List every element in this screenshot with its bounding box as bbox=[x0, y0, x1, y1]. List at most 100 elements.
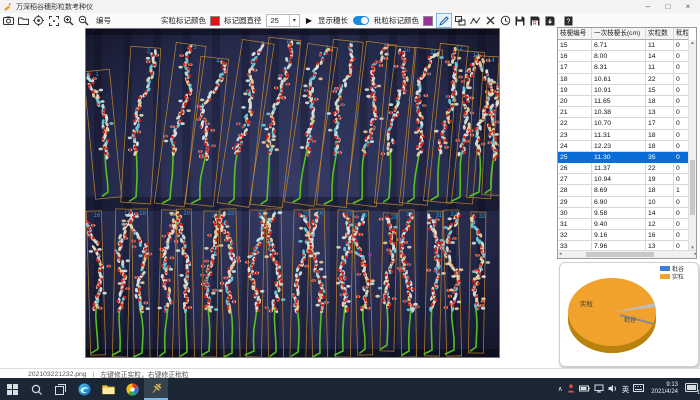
fullscreen-icon[interactable] bbox=[47, 15, 60, 27]
table-cell: 秕粒数 bbox=[674, 28, 689, 40]
scroll-left-icon[interactable]: ◂ bbox=[559, 251, 562, 257]
table-cell: 10 bbox=[646, 197, 674, 208]
app-icon bbox=[3, 2, 12, 11]
svg-text:33: 33 bbox=[479, 214, 486, 220]
zoom-out-icon[interactable] bbox=[77, 15, 90, 27]
table-row[interactable]: 2710.94190 bbox=[558, 174, 689, 185]
file-explorer-icon[interactable] bbox=[96, 378, 120, 400]
hscroll-thumb[interactable] bbox=[586, 252, 654, 257]
speaker-icon[interactable] bbox=[608, 384, 618, 395]
vertical-scrollbar[interactable]: ▴ ▾ bbox=[688, 40, 696, 251]
show-spike-length-label: 显示穗长 bbox=[318, 15, 348, 26]
run-button[interactable]: ▶ bbox=[306, 16, 312, 25]
table-row[interactable]: 2011.65180 bbox=[558, 96, 689, 107]
table-cell: 8.31 bbox=[592, 62, 646, 73]
camera-icon[interactable] bbox=[2, 15, 15, 27]
table-cell: 22 bbox=[646, 163, 674, 174]
table-cell: 21 bbox=[558, 107, 592, 118]
target-icon[interactable] bbox=[32, 15, 45, 27]
edge-browser-icon[interactable] bbox=[72, 378, 96, 400]
table-header-row: 枝梗编号一次枝梗长(cm)实粒数秕粒数 bbox=[558, 28, 689, 40]
table-row[interactable]: 309.58140 bbox=[558, 208, 689, 219]
table-cell: 0 bbox=[674, 130, 689, 141]
active-app-wheat-icon[interactable] bbox=[144, 378, 168, 400]
table-row[interactable]: 296.90100 bbox=[558, 197, 689, 208]
show-spike-length-toggle[interactable] bbox=[353, 16, 369, 25]
scroll-right-icon[interactable]: ▸ bbox=[694, 251, 697, 257]
table-row[interactable]: 2511.30350 bbox=[558, 152, 689, 163]
touch-keyboard-icon[interactable] bbox=[633, 384, 644, 394]
delete-tool-button[interactable] bbox=[483, 14, 497, 27]
panicle-scene: 1234567891011121314151617181920212223242… bbox=[86, 29, 499, 357]
clock-time: 9:13 bbox=[651, 382, 678, 389]
circle-diameter-value: 25 bbox=[267, 16, 289, 25]
notification-icon[interactable]: 1 bbox=[685, 383, 698, 396]
pencil-tool-button[interactable] bbox=[436, 13, 452, 28]
number-tool-label[interactable]: 编号 bbox=[96, 15, 111, 26]
shapes-tool-button[interactable] bbox=[453, 14, 467, 27]
table-cell: 10.94 bbox=[592, 174, 646, 185]
circle-diameter-label: 标记圆直径 bbox=[224, 15, 262, 26]
table-row[interactable]: 178.31110 bbox=[558, 62, 689, 73]
tray-person-icon[interactable] bbox=[567, 384, 575, 395]
save-icon[interactable] bbox=[513, 14, 527, 27]
help-icon[interactable]: ? bbox=[561, 14, 575, 27]
undo-history-button[interactable] bbox=[498, 14, 512, 27]
scroll-up-icon[interactable]: ▴ bbox=[689, 40, 696, 46]
battery-icon[interactable] bbox=[579, 385, 590, 394]
open-folder-icon[interactable] bbox=[17, 15, 30, 27]
table-row[interactable]: 168.00140 bbox=[558, 51, 689, 62]
table-row[interactable]: 2311.31180 bbox=[558, 130, 689, 141]
svg-text:20: 20 bbox=[183, 211, 190, 217]
table-row[interactable]: 1910.91150 bbox=[558, 85, 689, 96]
table-cell: 20 bbox=[558, 96, 592, 107]
chevron-down-icon[interactable]: ▾ bbox=[289, 15, 299, 26]
table-row[interactable]: 2611.37220 bbox=[558, 163, 689, 174]
table-cell: 枝梗编号 bbox=[558, 28, 592, 40]
table-row[interactable]: 319.40120 bbox=[558, 219, 689, 230]
close-button[interactable]: × bbox=[678, 0, 698, 13]
table-cell: 15 bbox=[558, 40, 592, 51]
maximize-button[interactable]: □ bbox=[658, 0, 678, 13]
svg-text:22: 22 bbox=[228, 211, 235, 217]
table-cell: 12.23 bbox=[592, 141, 646, 152]
task-view-icon[interactable] bbox=[48, 378, 72, 400]
table-row[interactable]: 156.71110 bbox=[558, 40, 689, 51]
table-row[interactable]: 2110.38130 bbox=[558, 107, 689, 118]
polyline-tool-button[interactable] bbox=[468, 14, 482, 27]
table-cell: 28 bbox=[558, 185, 592, 196]
vscroll-thumb[interactable] bbox=[690, 160, 695, 215]
table-cell: 10.38 bbox=[592, 107, 646, 118]
svg-text:31: 31 bbox=[436, 213, 443, 219]
horizontal-scrollbar[interactable]: ◂ ▸ bbox=[558, 250, 697, 258]
table-cell: 26 bbox=[558, 163, 592, 174]
colorful-app-icon[interactable] bbox=[120, 378, 144, 400]
empty-color-swatch[interactable] bbox=[423, 16, 433, 26]
table-cell: 18 bbox=[646, 96, 674, 107]
save-report-icon[interactable]: R bbox=[528, 14, 542, 27]
table-row[interactable]: 288.69181 bbox=[558, 185, 689, 196]
toggle-knob bbox=[361, 17, 368, 24]
table-cell: 11.37 bbox=[592, 163, 646, 174]
table-row[interactable]: 2210.70170 bbox=[558, 118, 689, 129]
network-icon[interactable] bbox=[594, 384, 604, 395]
tray-chevron-icon[interactable]: ∧ bbox=[558, 385, 563, 393]
table-row[interactable]: 329.16160 bbox=[558, 230, 689, 241]
zoom-in-icon[interactable] bbox=[62, 15, 75, 27]
ime-language-indicator[interactable]: 英 bbox=[622, 384, 630, 395]
export-icon[interactable] bbox=[543, 14, 557, 27]
taskbar-clock[interactable]: 9:13 2021/4/24 bbox=[651, 382, 678, 396]
svg-text:R: R bbox=[533, 21, 537, 26]
table-cell: 6.71 bbox=[592, 40, 646, 51]
filled-color-label: 实粒标记颜色 bbox=[161, 15, 206, 26]
panicle-image-canvas[interactable]: 1234567891011121314151617181920212223242… bbox=[85, 28, 500, 358]
minimize-button[interactable]: – bbox=[638, 0, 658, 13]
table-row[interactable]: 1810.61220 bbox=[558, 74, 689, 85]
filled-color-swatch[interactable] bbox=[210, 16, 220, 26]
start-button[interactable] bbox=[0, 378, 24, 400]
search-icon[interactable] bbox=[24, 378, 48, 400]
circle-diameter-combobox[interactable]: 25 ▾ bbox=[266, 14, 300, 27]
results-table-panel: 枝梗编号一次枝梗长(cm)实粒数秕粒数156.71110168.00140178… bbox=[557, 27, 697, 259]
table-row[interactable]: 2412.23180 bbox=[558, 141, 689, 152]
table-cell: 14 bbox=[646, 208, 674, 219]
